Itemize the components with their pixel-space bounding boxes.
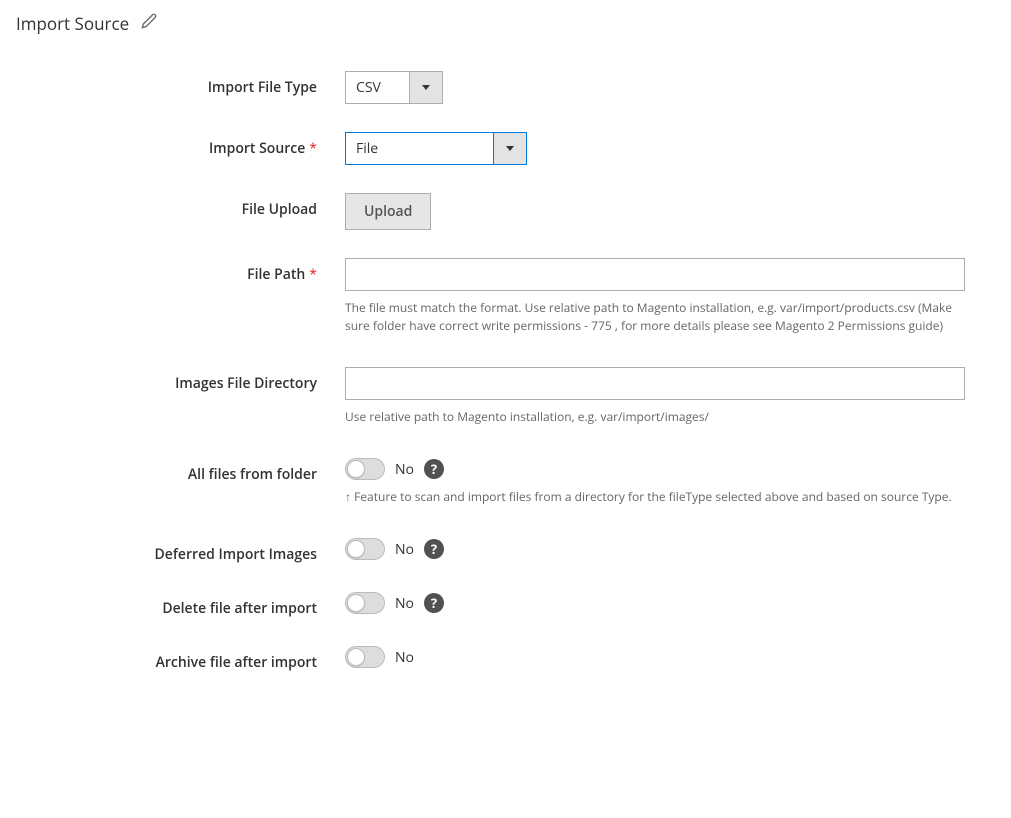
label-all-files: All files from folder xyxy=(0,458,345,484)
toggle-status: No xyxy=(395,460,414,479)
file-path-note: The file must match the format. Use rela… xyxy=(345,299,965,335)
select-value: File xyxy=(346,133,493,164)
field-file-upload: File Upload Upload xyxy=(0,193,981,230)
label-delete-after: Delete file after import xyxy=(0,592,345,618)
label-import-file-type: Import File Type xyxy=(0,71,345,97)
field-archive-after: Archive file after import No xyxy=(0,646,981,672)
required-mark: * xyxy=(309,139,317,158)
label-images-dir: Images File Directory xyxy=(0,367,345,393)
chevron-down-icon xyxy=(493,133,526,164)
label-import-source: Import Source* xyxy=(0,132,345,158)
toggle-status: No xyxy=(395,648,414,667)
images-dir-input[interactable] xyxy=(345,367,965,400)
select-import-source[interactable]: File xyxy=(345,132,527,165)
all-files-note: ↑ Feature to scan and import files from … xyxy=(345,488,965,506)
toggle-deferred[interactable] xyxy=(345,538,385,560)
section-header: Import Source xyxy=(0,0,1011,55)
upload-button[interactable]: Upload xyxy=(345,193,431,230)
help-icon[interactable]: ? xyxy=(424,459,444,479)
field-import-source: Import Source* File xyxy=(0,132,981,165)
section-title: Import Source xyxy=(16,12,129,35)
field-file-path: File Path* The file must match the forma… xyxy=(0,258,981,335)
field-all-files: All files from folder No ? ↑ Feature to … xyxy=(0,458,981,506)
images-dir-note: Use relative path to Magento installatio… xyxy=(345,408,965,426)
field-delete-after: Delete file after import No ? xyxy=(0,592,981,618)
select-value: CSV xyxy=(346,72,409,103)
edit-icon[interactable] xyxy=(141,13,157,34)
label-archive-after: Archive file after import xyxy=(0,646,345,672)
file-path-input[interactable] xyxy=(345,258,965,291)
toggle-delete-after[interactable] xyxy=(345,592,385,614)
field-import-file-type: Import File Type CSV xyxy=(0,71,981,104)
toggle-archive-after[interactable] xyxy=(345,646,385,668)
help-icon[interactable]: ? xyxy=(424,539,444,559)
toggle-status: No xyxy=(395,540,414,559)
form: Import File Type CSV Import Source* File… xyxy=(0,55,1011,688)
label-file-upload: File Upload xyxy=(0,193,345,219)
label-deferred: Deferred Import Images xyxy=(0,538,345,564)
chevron-down-icon xyxy=(409,72,442,103)
field-deferred: Deferred Import Images No ? xyxy=(0,538,981,564)
help-icon[interactable]: ? xyxy=(424,593,444,613)
toggle-status: No xyxy=(395,594,414,613)
label-file-path: File Path* xyxy=(0,258,345,284)
field-images-dir: Images File Directory Use relative path … xyxy=(0,367,981,426)
toggle-all-files[interactable] xyxy=(345,458,385,480)
required-mark: * xyxy=(309,265,317,284)
select-import-file-type[interactable]: CSV xyxy=(345,71,443,104)
